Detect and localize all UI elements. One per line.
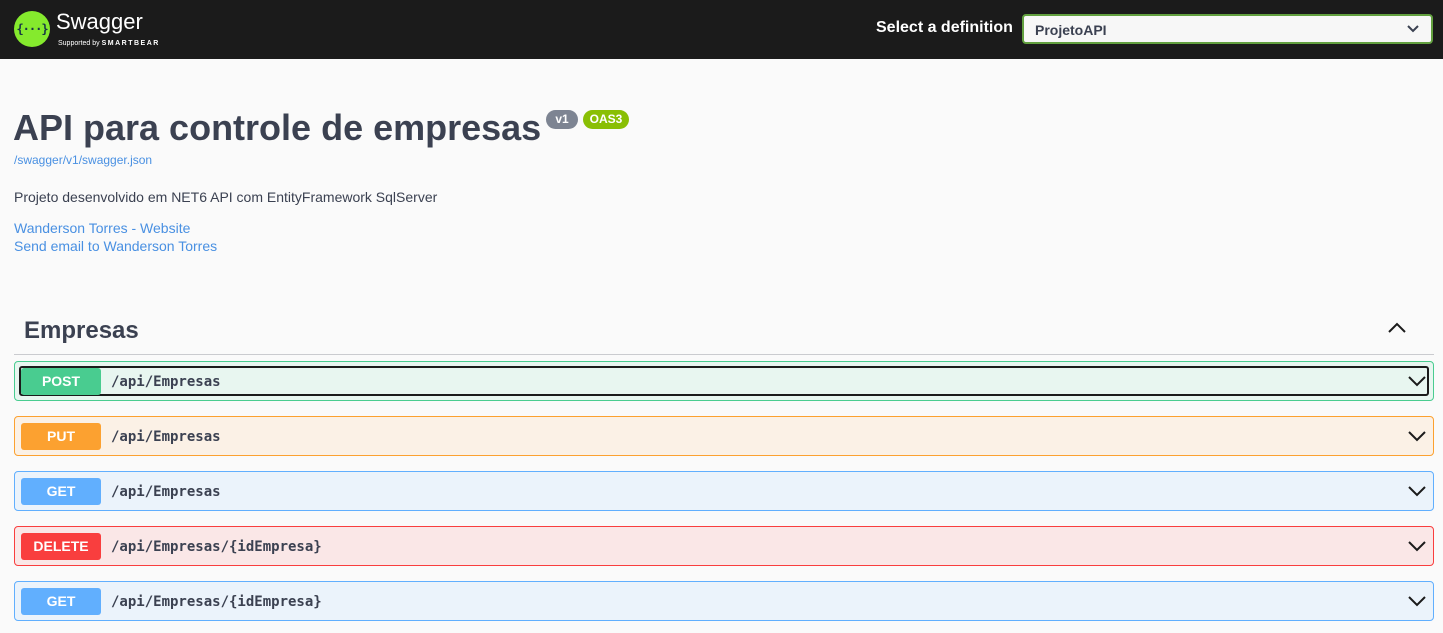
section-divider xyxy=(14,354,1434,355)
operation-delete-empresa[interactable]: DELETE /api/Empresas/{idEmpresa} xyxy=(14,526,1434,566)
definition-label: Select a definition xyxy=(876,19,1013,36)
operation-path: /api/Empresas xyxy=(111,429,221,445)
chevron-down-icon[interactable] xyxy=(1407,429,1427,443)
chevron-down-icon[interactable] xyxy=(1407,594,1427,608)
operation-path: /api/Empresas xyxy=(111,374,221,390)
operation-post-empresas[interactable]: POST /api/Empresas xyxy=(14,361,1434,401)
chevron-down-icon xyxy=(1407,25,1419,33)
chevron-down-icon[interactable] xyxy=(1407,539,1427,553)
swagger-logo[interactable]: {···} Swagger Supported by SMARTBEAR xyxy=(14,9,166,49)
operation-path: /api/Empresas xyxy=(111,484,221,500)
focus-ring xyxy=(19,366,1429,396)
supported-by: Supported by SMARTBEAR xyxy=(58,40,160,47)
topbar: {···} Swagger Supported by SMARTBEAR Sel… xyxy=(0,0,1443,59)
method-badge: DELETE xyxy=(21,533,101,560)
method-badge: PUT xyxy=(21,423,101,450)
chevron-up-icon[interactable] xyxy=(1386,320,1408,336)
operation-path: /api/Empresas/{idEmpresa} xyxy=(111,539,322,555)
chevron-down-icon[interactable] xyxy=(1407,484,1427,498)
operation-get-empresas[interactable]: GET /api/Empresas xyxy=(14,471,1434,511)
section-title[interactable]: Empresas xyxy=(24,317,139,345)
smartbear-text: SMARTBEAR xyxy=(101,40,160,47)
operation-put-empresas[interactable]: PUT /api/Empresas xyxy=(14,416,1434,456)
operation-path: /api/Empresas/{idEmpresa} xyxy=(111,594,322,610)
definition-select[interactable]: ProjetoAPI xyxy=(1022,14,1433,44)
version-badge: v1 xyxy=(546,110,578,129)
api-title: API para controle de empresas xyxy=(13,107,542,148)
spec-url-link[interactable]: /swagger/v1/swagger.json xyxy=(14,153,152,167)
brand-name: Swagger xyxy=(56,9,143,34)
method-badge: GET xyxy=(21,478,101,505)
oas-badge: OAS3 xyxy=(583,110,629,129)
api-description: Projeto desenvolvido em NET6 API com Ent… xyxy=(14,189,438,205)
email-link[interactable]: Send email to Wanderson Torres xyxy=(14,238,217,254)
method-badge: GET xyxy=(21,588,101,615)
logo-text: Swagger Supported by SMARTBEAR xyxy=(56,9,166,49)
chevron-down-icon[interactable] xyxy=(1407,374,1427,388)
operation-get-empresa-by-id[interactable]: GET /api/Empresas/{idEmpresa} xyxy=(14,581,1434,621)
website-link[interactable]: Wanderson Torres - Website xyxy=(14,220,190,236)
definition-select-value: ProjetoAPI xyxy=(1035,22,1107,38)
supported-by-text: Supported by xyxy=(58,40,100,47)
method-badge: POST xyxy=(21,368,101,395)
logo-symbol: {···} xyxy=(16,22,48,36)
swagger-logo-icon: {···} xyxy=(14,11,50,47)
